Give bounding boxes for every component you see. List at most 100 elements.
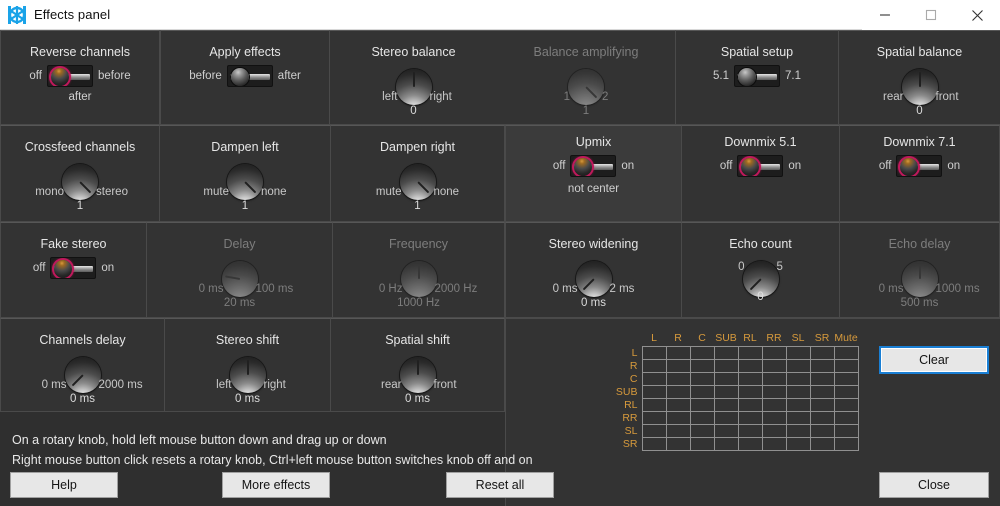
control-channels-delay[interactable]: Channels delay 0 ms 2000 ms 0 ms	[0, 318, 165, 412]
routing-cell[interactable]	[689, 385, 715, 399]
routing-cell[interactable]	[785, 424, 811, 438]
routing-cell[interactable]	[713, 411, 739, 425]
rotary-knob-stereo-shift[interactable]	[229, 357, 266, 393]
routing-cell[interactable]	[833, 372, 859, 386]
routing-cell[interactable]	[641, 437, 667, 451]
routing-cell[interactable]	[809, 385, 835, 399]
rotary-knob-dampen-right[interactable]	[399, 164, 436, 200]
routing-cell[interactable]	[833, 398, 859, 412]
routing-cell[interactable]	[785, 411, 811, 425]
routing-cell[interactable]	[665, 359, 691, 373]
routing-cell[interactable]	[641, 398, 667, 412]
routing-cell[interactable]	[641, 385, 667, 399]
routing-cell[interactable]	[713, 372, 739, 386]
routing-cell[interactable]	[737, 372, 763, 386]
routing-cell[interactable]	[737, 424, 763, 438]
control-spatial-shift[interactable]: Spatial shift rear front 0 ms	[330, 318, 505, 412]
routing-cell[interactable]	[761, 372, 787, 386]
toggle-switch-apply-effects[interactable]	[226, 65, 273, 87]
routing-cell[interactable]	[689, 424, 715, 438]
control-stereo-balance[interactable]: Stereo balance left right 0	[330, 30, 497, 125]
routing-cell[interactable]	[713, 424, 739, 438]
control-apply-effects[interactable]: Apply effects before after	[160, 30, 330, 125]
toggle-switch-spatial-setup[interactable]	[734, 65, 780, 87]
routing-cell[interactable]	[785, 372, 811, 386]
routing-cell[interactable]	[761, 424, 787, 438]
routing-cell[interactable]	[713, 359, 739, 373]
routing-cell[interactable]	[761, 385, 787, 399]
routing-cell[interactable]	[785, 359, 811, 373]
routing-cell[interactable]	[665, 346, 691, 360]
routing-cell[interactable]	[785, 398, 811, 412]
more-effects-button[interactable]: More effects	[222, 472, 330, 498]
toggle-switch-downmix-51[interactable]	[737, 155, 784, 177]
routing-cell[interactable]	[833, 359, 859, 373]
routing-cell[interactable]	[761, 346, 787, 360]
routing-cell[interactable]	[665, 385, 691, 399]
control-downmix-51[interactable]: Downmix 5.1 off on	[682, 125, 839, 222]
rotary-knob-stereo-balance[interactable]	[395, 69, 432, 105]
control-echo-count[interactable]: Echo count 0 5 0	[682, 222, 839, 318]
routing-cell[interactable]	[641, 372, 667, 386]
toggle-switch-fake-stereo[interactable]	[50, 257, 97, 279]
minimize-icon[interactable]	[862, 0, 908, 30]
control-dampen-right[interactable]: Dampen right mute none 1	[330, 125, 505, 222]
routing-cell[interactable]	[689, 372, 715, 386]
reset-all-button[interactable]: Reset all	[446, 472, 554, 498]
control-stereo-shift[interactable]: Stereo shift left right 0 ms	[165, 318, 330, 412]
routing-cell[interactable]	[689, 346, 715, 360]
routing-cell[interactable]	[689, 359, 715, 373]
rotary-knob-spatial-balance[interactable]	[901, 69, 938, 105]
routing-cell[interactable]	[665, 424, 691, 438]
rotary-knob-channels-delay[interactable]	[64, 357, 101, 393]
routing-cell[interactable]	[689, 411, 715, 425]
routing-cell[interactable]	[809, 437, 835, 451]
routing-cell[interactable]	[785, 346, 811, 360]
routing-cell[interactable]	[737, 359, 763, 373]
toggle-switch-downmix-71[interactable]	[896, 155, 943, 177]
clear-button[interactable]: Clear	[879, 346, 989, 374]
control-stereo-widening[interactable]: Stereo widening 0 ms 2 ms 0 ms	[505, 222, 682, 318]
toggle-switch-reverse-channels[interactable]	[46, 65, 93, 87]
routing-cell[interactable]	[641, 424, 667, 438]
routing-cell[interactable]	[737, 346, 763, 360]
control-spatial-setup[interactable]: Spatial setup 5.1 7.1	[675, 30, 839, 125]
routing-cell[interactable]	[761, 411, 787, 425]
routing-cell[interactable]	[833, 424, 859, 438]
routing-cell[interactable]	[809, 398, 835, 412]
routing-cell[interactable]	[713, 346, 739, 360]
routing-cell[interactable]	[809, 424, 835, 438]
routing-cell[interactable]	[737, 411, 763, 425]
routing-cell[interactable]	[833, 437, 859, 451]
routing-cell[interactable]	[713, 437, 739, 451]
routing-cell[interactable]	[713, 385, 739, 399]
routing-cell[interactable]	[761, 398, 787, 412]
control-upmix[interactable]: Upmix off on not center	[505, 125, 682, 222]
routing-cell[interactable]	[665, 437, 691, 451]
routing-cell[interactable]	[737, 385, 763, 399]
control-dampen-left[interactable]: Dampen left mute none 1	[160, 125, 330, 222]
control-fake-stereo[interactable]: Fake stereo off on	[0, 222, 147, 318]
routing-cell[interactable]	[785, 385, 811, 399]
routing-cell[interactable]	[833, 411, 859, 425]
routing-cell[interactable]	[665, 411, 691, 425]
routing-cell[interactable]	[809, 411, 835, 425]
maximize-icon[interactable]	[908, 0, 954, 30]
rotary-knob-stereo-widening[interactable]	[575, 261, 612, 297]
routing-cell[interactable]	[689, 437, 715, 451]
toggle-switch-upmix[interactable]	[570, 155, 617, 177]
rotary-knob-spatial-shift[interactable]	[399, 357, 436, 393]
routing-cell[interactable]	[785, 437, 811, 451]
routing-cell[interactable]	[665, 398, 691, 412]
routing-cell[interactable]	[737, 437, 763, 451]
help-button[interactable]: Help	[10, 472, 118, 498]
close-button[interactable]: Close	[879, 472, 989, 498]
routing-cell[interactable]	[833, 385, 859, 399]
routing-cell[interactable]	[833, 346, 859, 360]
routing-cell[interactable]	[713, 398, 739, 412]
routing-matrix[interactable]: L R C SUB RL RR SL SR Mute L R C SUB RL RR SL SR	[612, 332, 859, 451]
rotary-knob-dampen-left[interactable]	[227, 164, 263, 200]
routing-cell[interactable]	[761, 437, 787, 451]
rotary-knob-crossfeed-channels[interactable]	[62, 164, 98, 200]
control-crossfeed-channels[interactable]: Crossfeed channels mono stereo 1	[0, 125, 160, 222]
